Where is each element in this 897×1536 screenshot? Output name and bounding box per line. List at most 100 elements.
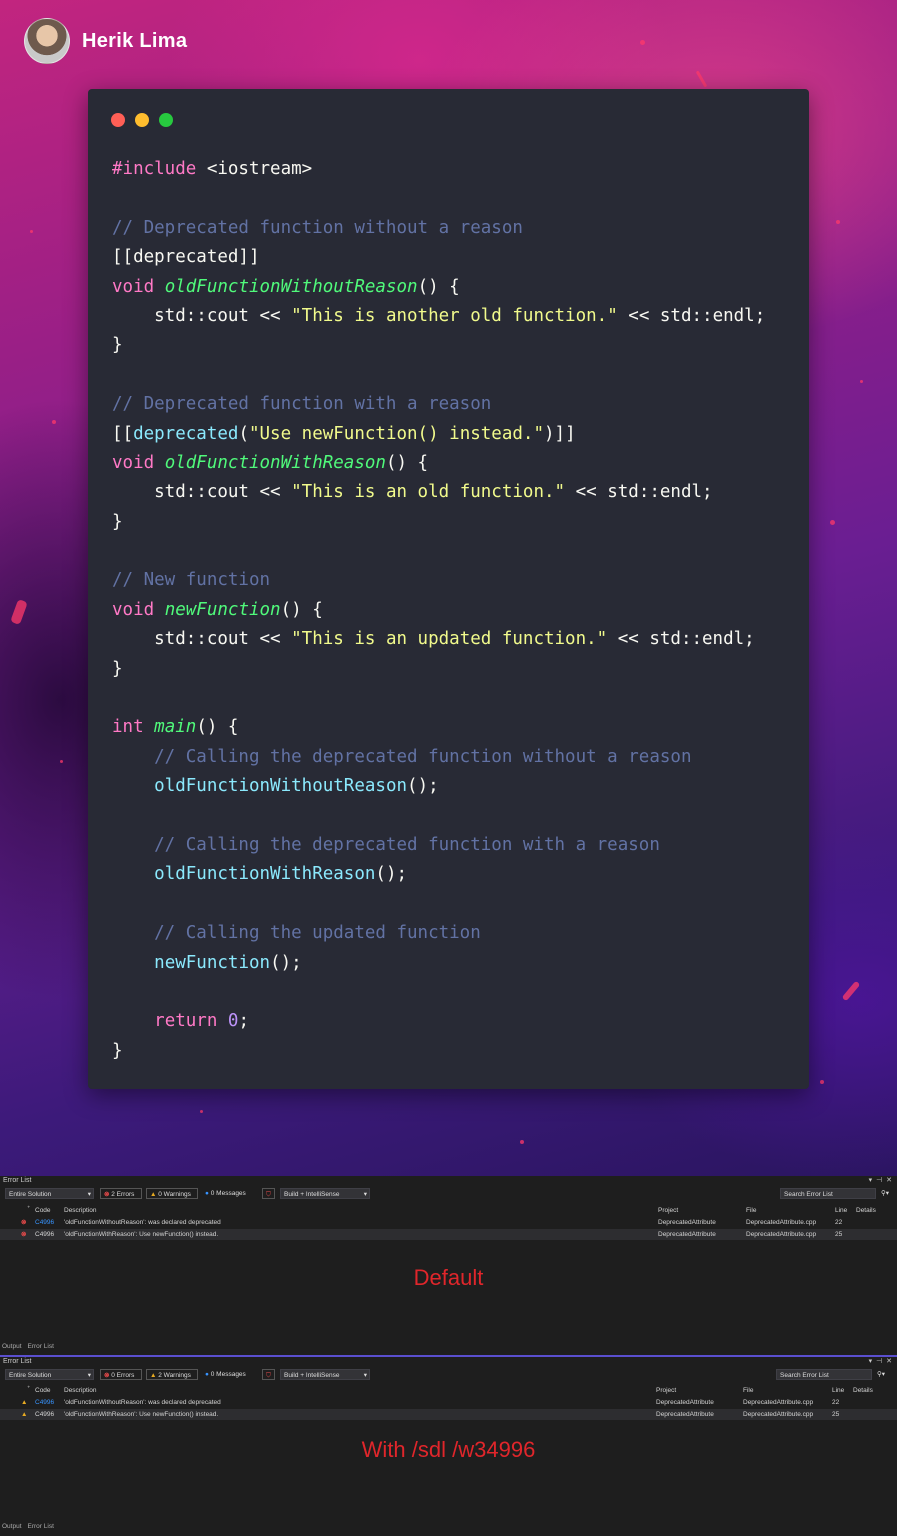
search-placeholder: Search Error List xyxy=(784,1191,833,1198)
search-input[interactable]: Search Error List xyxy=(780,1188,876,1199)
code-line: // Deprecated function without a reason xyxy=(112,214,765,243)
code-token: } xyxy=(112,511,123,532)
code-line: } xyxy=(112,331,765,360)
panel-title: Error List xyxy=(3,1358,32,1365)
warnings-filter-button[interactable]: ▲ 2 Warnings xyxy=(146,1369,198,1380)
warnings-filter-button[interactable]: ▲ 0 Warnings xyxy=(146,1188,198,1199)
messages-filter-button[interactable]: ● 0 Messages xyxy=(202,1369,258,1380)
code-token: oldFunctionWithoutReason xyxy=(154,776,408,797)
col-project[interactable]: Project xyxy=(656,1385,676,1396)
code-token: [[deprecated]] xyxy=(112,247,260,268)
table-row[interactable]: ▲ C4996 'oldFunctionWithReason': Use new… xyxy=(0,1409,897,1420)
code-token: std::cout << xyxy=(112,305,292,326)
code-token: } xyxy=(112,335,123,356)
code-token: (); xyxy=(407,776,439,797)
code-token: "This is an updated function." xyxy=(291,629,608,650)
col-code[interactable]: Code xyxy=(35,1385,51,1396)
error-icon: ⊗ xyxy=(104,1372,110,1379)
errors-count: 0 Errors xyxy=(111,1372,135,1379)
col-code[interactable]: Code xyxy=(35,1205,51,1216)
code-token: void xyxy=(112,599,165,620)
scope-value: Entire Solution xyxy=(9,1372,52,1379)
search-input[interactable]: Search Error List xyxy=(776,1369,872,1380)
col-details[interactable]: Details xyxy=(856,1205,876,1216)
scope-value: Entire Solution xyxy=(9,1191,52,1198)
code-token: () { xyxy=(280,599,323,620)
col-description[interactable]: Description xyxy=(64,1205,97,1216)
tab-output[interactable]: Output xyxy=(2,1523,22,1530)
tab-output[interactable]: Output xyxy=(2,1343,22,1350)
col-line[interactable]: Line xyxy=(835,1205,847,1216)
sort-icon[interactable]: ⁺ xyxy=(27,1383,30,1394)
col-file[interactable]: File xyxy=(746,1205,756,1216)
row-line: 22 xyxy=(835,1219,843,1226)
errors-filter-button[interactable]: ⊗ 0 Errors xyxy=(100,1369,142,1380)
code-line: int main() { xyxy=(112,713,765,742)
col-line[interactable]: Line xyxy=(832,1385,844,1396)
row-file: DeprecatedAttribute.cpp xyxy=(746,1219,817,1226)
table-row[interactable]: ⊗ C4996 'oldFunctionWithoutReason': was … xyxy=(0,1217,897,1228)
messages-count: 0 Messages xyxy=(210,1371,246,1378)
table-row[interactable]: ⊗ C4996 'oldFunctionWithReason': Use new… xyxy=(0,1229,897,1240)
code-line: oldFunctionWithReason(); xyxy=(112,860,765,889)
search-placeholder: Search Error List xyxy=(780,1372,829,1379)
scope-dropdown[interactable]: Entire Solution ▾ xyxy=(5,1188,94,1199)
code-line: std::cout << "This is another old functi… xyxy=(112,302,765,331)
row-file: DeprecatedAttribute.cpp xyxy=(743,1411,814,1418)
search-icon[interactable]: ⚲▾ xyxy=(878,1188,895,1199)
info-icon: ● xyxy=(205,1190,209,1197)
warning-code-link[interactable]: C4996 xyxy=(35,1409,54,1420)
col-description[interactable]: Description xyxy=(64,1385,97,1396)
code-line: // Calling the deprecated function with … xyxy=(112,831,765,860)
build-filter-dropdown[interactable]: Build + IntelliSense ▾ xyxy=(280,1188,370,1199)
build-filter-value: Build + IntelliSense xyxy=(284,1372,340,1379)
sort-icon[interactable]: ⁺ xyxy=(27,1203,30,1214)
tab-error-list[interactable]: Error List xyxy=(28,1523,54,1530)
chevron-down-icon: ▾ xyxy=(87,1191,91,1198)
scope-dropdown[interactable]: Entire Solution ▾ xyxy=(5,1369,94,1380)
chevron-down-icon: ▾ xyxy=(363,1372,367,1379)
panel-tabs: Output Error List xyxy=(2,1342,60,1352)
panel-window-buttons[interactable]: ▾ ⊣ ✕ xyxy=(869,1176,893,1186)
row-project: DeprecatedAttribute xyxy=(656,1399,714,1406)
code-token: oldFunctionWithReason xyxy=(164,452,386,473)
error-code-link[interactable]: C4996 xyxy=(35,1217,54,1228)
build-filter-dropdown[interactable]: Build + IntelliSense ▾ xyxy=(280,1369,370,1380)
panel-tabs: Output Error List xyxy=(2,1522,60,1532)
table-row[interactable]: ▲ C4996 'oldFunctionWithoutReason': was … xyxy=(0,1397,897,1408)
code-token: "Use newFunction() instead." xyxy=(248,423,544,444)
row-line: 25 xyxy=(832,1411,840,1418)
code-token: // Calling the deprecated function with … xyxy=(112,834,660,855)
code-token: << std::endl; xyxy=(565,482,713,503)
error-code-link[interactable]: C4996 xyxy=(35,1229,54,1240)
maximize-light xyxy=(159,113,173,127)
caption-default: Default xyxy=(413,1265,484,1290)
code-line: // Calling the updated function xyxy=(112,919,765,948)
code-token: "This is an old function." xyxy=(291,482,566,503)
row-project: DeprecatedAttribute xyxy=(658,1219,716,1226)
col-file[interactable]: File xyxy=(743,1385,753,1396)
errors-filter-button[interactable]: ⊗ 2 Errors xyxy=(100,1188,142,1199)
code-token: 0 xyxy=(227,1011,239,1032)
filter-icon[interactable]: ⛉ xyxy=(262,1188,275,1199)
panel-window-buttons[interactable]: ▾ ⊣ ✕ xyxy=(869,1357,893,1367)
warning-code-link[interactable]: C4996 xyxy=(35,1397,54,1408)
search-icon[interactable]: ⚲▾ xyxy=(874,1369,891,1380)
filter-icon[interactable]: ⛉ xyxy=(262,1369,275,1380)
error-icon: ⊗ xyxy=(21,1219,27,1226)
col-project[interactable]: Project xyxy=(658,1205,678,1216)
info-icon: ● xyxy=(205,1371,209,1378)
code-token: // Calling the deprecated function witho… xyxy=(112,746,692,767)
col-details[interactable]: Details xyxy=(853,1385,873,1396)
tab-error-list[interactable]: Error List xyxy=(28,1343,54,1350)
row-description: 'oldFunctionWithoutReason': was declared… xyxy=(64,1219,221,1226)
code-token: () { xyxy=(417,276,460,297)
messages-filter-button[interactable]: ● 0 Messages xyxy=(202,1188,258,1199)
